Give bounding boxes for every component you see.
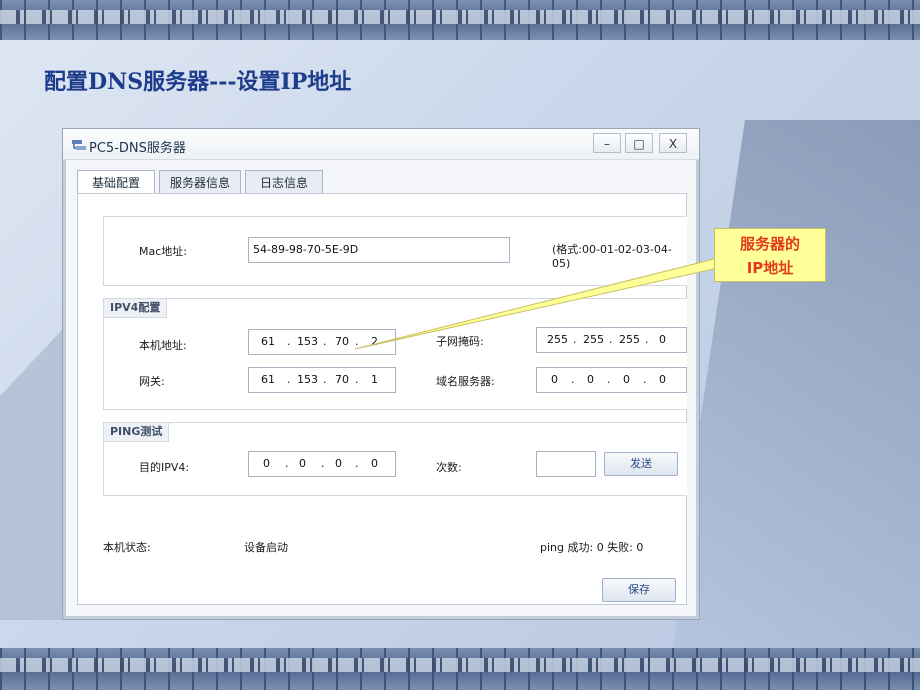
decorative-top-border	[0, 0, 920, 40]
send-button[interactable]: 发送	[604, 452, 678, 476]
close-button[interactable]: X	[659, 133, 687, 153]
subnet-mask-label: 子网掩码:	[436, 335, 484, 348]
ipv4-section-label: IPV4配置	[103, 298, 168, 318]
tab-basic-config[interactable]: 基础配置	[77, 170, 155, 194]
ip-address-label: 本机地址:	[139, 339, 187, 352]
dns-server-field[interactable]: 0 . 0 . 0 . 0	[536, 367, 687, 393]
ping-section-label: PING测试	[103, 422, 170, 442]
save-button[interactable]: 保存	[602, 578, 676, 602]
tab-server-info[interactable]: 服务器信息	[159, 170, 241, 194]
server-ip-callout: 服务器的 IP地址	[714, 228, 826, 282]
dns-octet: 0	[551, 373, 558, 386]
dns-octet: 0	[659, 373, 666, 386]
basic-config-panel: Mac地址: 54-89-98-70-5E-9D (格式:00-01-02-03…	[77, 193, 687, 605]
ip-octet: 61	[261, 335, 275, 348]
mask-octet: 0	[659, 333, 666, 346]
mac-format-hint: (格式:00-01-02-03-04-05)	[552, 243, 672, 270]
ping-result-text: ping 成功: 0 失败: 0	[540, 541, 644, 554]
ping-group: PING测试 目的IPV4: 0 . 0 . 0 . 0 次数: 发送	[103, 422, 687, 496]
mask-octet: 255	[619, 333, 640, 346]
status-value: 设备启动	[244, 541, 288, 554]
decorative-bottom-border	[0, 648, 920, 690]
callout-line2: IP地址	[746, 259, 794, 277]
mask-octet: 255	[547, 333, 568, 346]
dns-server-window: PC5-DNS服务器 – □ X 基础配置 服务器信息 日志信息 Mac地址: …	[62, 128, 700, 620]
minimize-button[interactable]: –	[593, 133, 621, 153]
gateway-octet: 70	[335, 373, 349, 386]
slide-title: 配置DNS服务器---设置IP地址	[44, 69, 352, 95]
target-octet: 0	[299, 457, 306, 470]
gateway-label: 网关:	[139, 375, 165, 388]
target-octet: 0	[263, 457, 270, 470]
ip-octet: 70	[335, 335, 349, 348]
status-label: 本机状态:	[103, 541, 151, 554]
tab-log-info[interactable]: 日志信息	[245, 170, 323, 194]
ip-octet: 153	[297, 335, 318, 348]
background-great-wall-right	[670, 120, 920, 680]
subnet-mask-field[interactable]: 255 . 255 . 255 . 0	[536, 327, 687, 353]
ip-address-field[interactable]: 61 . 153 . 70 . 2	[248, 329, 396, 355]
dns-server-label: 域名服务器:	[436, 375, 495, 388]
ping-target-field[interactable]: 0 . 0 . 0 . 0	[248, 451, 396, 477]
gateway-field[interactable]: 61 . 153 . 70 . 1	[248, 367, 396, 393]
gateway-octet: 1	[371, 373, 378, 386]
ipv4-group: IPV4配置 本机地址: 61 . 153 . 70 . 2 子网掩码: 255…	[103, 298, 687, 410]
ping-target-label: 目的IPV4:	[139, 461, 190, 474]
window-title: PC5-DNS服务器	[89, 141, 186, 156]
ping-count-field[interactable]	[536, 451, 596, 477]
server-app-icon	[72, 140, 86, 150]
ip-octet: 2	[371, 335, 378, 348]
window-titlebar[interactable]: PC5-DNS服务器 – □ X	[63, 129, 699, 160]
ping-count-label: 次数:	[436, 461, 462, 474]
gateway-octet: 153	[297, 373, 318, 386]
dns-octet: 0	[623, 373, 630, 386]
gateway-octet: 61	[261, 373, 275, 386]
target-octet: 0	[335, 457, 342, 470]
callout-line1: 服务器的	[739, 235, 800, 253]
mac-label: Mac地址:	[139, 245, 187, 258]
mask-octet: 255	[583, 333, 604, 346]
mac-field[interactable]: 54-89-98-70-5E-9D	[248, 237, 510, 263]
maximize-button[interactable]: □	[625, 133, 653, 153]
target-octet: 0	[371, 457, 378, 470]
mac-group: Mac地址: 54-89-98-70-5E-9D (格式:00-01-02-03…	[103, 216, 687, 286]
dns-octet: 0	[587, 373, 594, 386]
